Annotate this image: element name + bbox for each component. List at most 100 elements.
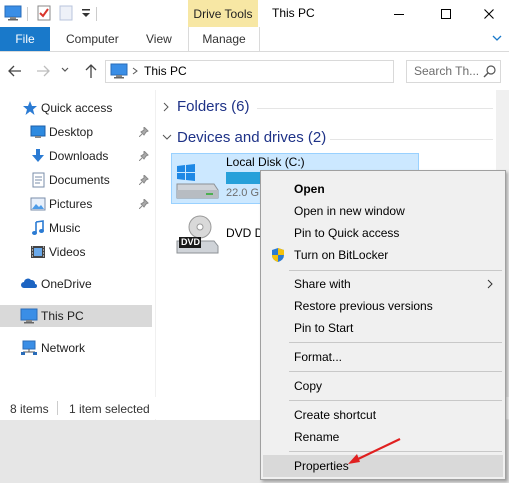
divider [96,7,97,21]
menu-item-label: Share with [294,277,351,291]
chevron-down-icon[interactable] [490,31,504,45]
sidebar-item-quick-access[interactable]: Quick access [0,97,152,119]
sidebar-item-downloads[interactable]: Downloads [0,145,152,167]
new-folder-icon[interactable] [59,5,73,21]
window-title: This PC [272,6,315,20]
menu-divider [289,270,502,271]
sidebar-item-label: Desktop [49,125,94,139]
sidebar-item-label: OneDrive [41,277,92,291]
pin-icon[interactable] [139,151,149,161]
drive-tools-label: Drive Tools [193,7,253,21]
sidebar-item-label: Pictures [49,197,93,211]
submenu-arrow-icon [486,279,494,289]
menu-item-restore-versions[interactable]: Restore previous versions [261,295,505,317]
annotation-arrow-icon [300,433,404,469]
documents-icon [30,172,46,188]
desktop-icon [30,124,46,140]
maximize-button[interactable] [426,0,466,27]
sidebar-item-desktop[interactable]: Desktop [0,121,152,143]
sidebar-item-label: Network [41,341,86,355]
menu-item-label: Pin to Quick access [294,226,400,240]
sidebar-item-label: Quick access [41,101,113,115]
menu-item-label: Create shortcut [294,408,377,422]
star-icon [22,100,38,116]
pin-icon[interactable] [139,127,149,137]
tab-computer[interactable]: Computer [66,27,119,51]
sidebar-item-pictures[interactable]: Pictures [0,193,152,215]
divider [27,7,28,21]
forward-arrow-icon[interactable] [34,62,52,80]
menu-item-open-new-window[interactable]: Open in new window [261,200,505,222]
menu-item-share-with[interactable]: Share with [261,273,505,295]
menu-divider [289,371,502,372]
network-icon [20,340,37,356]
tab-file[interactable]: File [0,27,50,51]
customize-toolbar-icon[interactable] [81,8,91,18]
menu-item-pin-quick-access[interactable]: Pin to Quick access [261,222,505,244]
menu-item-open[interactable]: Open [261,178,505,200]
cloud-icon [20,276,37,292]
dvd-label: DVD [181,237,201,247]
menu-item-create-shortcut[interactable]: Create shortcut [261,404,505,426]
breadcrumb[interactable]: This PC [144,64,187,78]
sidebar-item-documents[interactable]: Documents [0,169,152,191]
address-bar[interactable]: This PC [105,60,491,83]
pin-icon[interactable] [139,199,149,209]
sidebar-item-music[interactable]: Music [0,217,152,239]
menu-item-format[interactable]: Format... [261,346,505,368]
breadcrumb-chevron-icon[interactable] [131,67,139,75]
menu-item-pin-start[interactable]: Pin to Start [261,317,505,339]
sidebar-item-label: Documents [49,173,110,187]
pane-divider[interactable] [155,90,156,420]
minimize-button[interactable] [379,0,419,27]
menu-item-label: Format... [294,350,343,364]
menu-item-copy[interactable]: Copy [261,375,505,397]
computer-icon[interactable] [4,5,22,21]
drive-name: Local Disk (C:) [226,155,305,169]
back-arrow-icon[interactable] [6,62,24,80]
menu-divider [289,342,502,343]
computer-icon [20,308,38,324]
computer-icon [110,63,128,79]
selection-count: 1 item selected [69,402,150,416]
film-icon [30,244,46,260]
sidebar-item-network[interactable]: Network [0,337,152,359]
tab-view[interactable]: View [146,27,172,51]
menu-item-label: Open [294,182,325,196]
drives-group-header[interactable]: Devices and drives (2) [177,129,326,146]
search-placeholder: Search Th... [414,64,480,78]
drive-free-space: 22.0 G [226,187,260,199]
folders-group-header[interactable]: Folders (6) [177,98,250,115]
tab-manage[interactable]: Manage [188,27,260,51]
sidebar-item-label: Music [49,221,81,235]
divider [57,401,58,415]
sidebar-item-onedrive[interactable]: OneDrive [0,273,152,295]
chevron-right-icon[interactable] [162,102,170,112]
windows-drive-icon [174,160,220,200]
sidebar-item-label: Videos [49,245,86,259]
download-arrow-icon [30,148,46,164]
pin-icon[interactable] [139,175,149,185]
recent-locations-icon[interactable] [60,65,70,75]
sidebar-item-label: This PC [41,309,84,323]
menu-divider [289,400,502,401]
up-arrow-icon[interactable] [82,62,100,80]
menu-item-bitlocker[interactable]: Turn on BitLocker [261,244,505,266]
close-button[interactable] [469,0,509,27]
drive-tools-header: Drive Tools [188,0,258,27]
properties-check-icon[interactable] [36,5,52,21]
chevron-down-icon[interactable] [162,133,172,141]
menu-item-label: Turn on BitLocker [294,248,389,262]
music-note-icon [30,220,46,236]
dvd-drive-icon[interactable]: DVD [174,215,220,255]
menu-item-label: Pin to Start [294,321,354,335]
search-input[interactable]: Search Th... [406,60,501,83]
sidebar-item-this-pc[interactable]: This PC [0,305,152,327]
search-icon [483,64,497,78]
sidebar-item-videos[interactable]: Videos [0,241,152,263]
divider [330,139,493,140]
menu-item-label: Open in new window [294,204,405,218]
item-count: 8 items [10,402,49,416]
sidebar-item-label: Downloads [49,149,109,163]
drive-name[interactable]: DVD D [226,226,263,240]
